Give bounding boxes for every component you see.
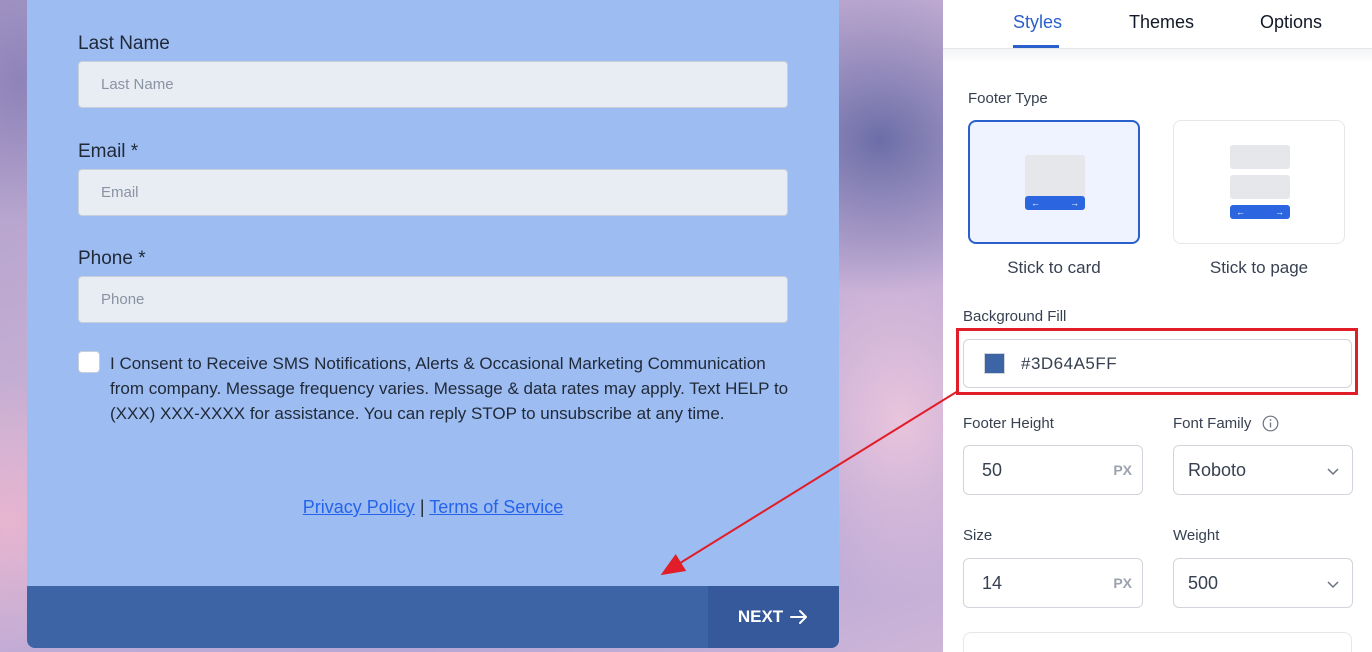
size-unit: PX (1113, 575, 1132, 591)
weight-label: Weight (1173, 527, 1220, 544)
footer-height-label: Footer Height (963, 415, 1054, 432)
chevron-down-icon (1327, 468, 1339, 476)
footer-type-stick-to-page[interactable]: ← → (1173, 120, 1345, 244)
next-button[interactable]: NEXT (708, 586, 839, 648)
last-name-input[interactable] (78, 61, 788, 108)
legal-links: Privacy Policy | Terms of Service (27, 497, 839, 518)
card-preview-block (1025, 155, 1085, 199)
phone-input[interactable] (78, 276, 788, 323)
weight-select[interactable]: 500 (1173, 558, 1353, 608)
footer-type-label: Footer Type (968, 90, 1048, 107)
style-panel: Styles Themes Options Footer Type ← → Sti… (943, 0, 1372, 652)
page-preview-block-top (1230, 145, 1290, 169)
footer-type-stick-to-card[interactable]: ← → (968, 120, 1140, 244)
next-button-label: NEXT (737, 607, 784, 626)
stick-to-card-caption: Stick to card (1007, 258, 1101, 277)
card-preview-footer-icon: ← → (1025, 196, 1085, 210)
consent-checkbox[interactable] (78, 351, 100, 373)
next-section-card (963, 632, 1352, 652)
font-family-select[interactable]: Roboto (1173, 445, 1353, 495)
annotation-highlight-box (956, 328, 1358, 395)
size-input[interactable]: 14 PX (963, 558, 1143, 608)
stick-to-page-caption: Stick to page (1209, 258, 1309, 277)
arrow-right-icon (790, 610, 808, 624)
form-card: Last Name Email * Phone * I Consent to R… (27, 0, 839, 648)
background-fill-label: Background Fill (963, 308, 1067, 325)
consent-text: I Consent to Receive SMS Notifications, … (110, 354, 789, 423)
chevron-down-icon (1327, 581, 1339, 589)
panel-tabs: Styles Themes Options (943, 0, 1372, 49)
info-icon[interactable] (1262, 415, 1279, 432)
tab-options[interactable]: Options (1260, 12, 1322, 33)
weight-value: 500 (1188, 573, 1219, 593)
font-family-label: Font Family (1173, 415, 1252, 432)
footer-height-unit: PX (1113, 462, 1132, 478)
page-preview-block-bottom (1230, 175, 1290, 199)
form-footer: NEXT (27, 586, 839, 648)
size-label: Size (963, 527, 993, 544)
email-label: Email * (78, 141, 139, 162)
last-name-label: Last Name (78, 33, 170, 54)
tab-themes[interactable]: Themes (1129, 12, 1194, 33)
page-preview-footer-icon: ← → (1230, 205, 1290, 219)
font-family-value: Roboto (1188, 460, 1247, 480)
email-input[interactable] (78, 169, 788, 216)
tab-styles[interactable]: Styles (1013, 12, 1062, 33)
footer-height-input[interactable]: 50 PX (963, 445, 1143, 495)
tabs-shadow (943, 49, 1372, 63)
link-separator: | (419, 497, 425, 517)
privacy-policy-link[interactable]: Privacy Policy (303, 497, 415, 517)
terms-of-service-link[interactable]: Terms of Service (429, 497, 563, 517)
size-value: 14 (982, 573, 1003, 593)
phone-label: Phone * (78, 248, 146, 269)
footer-height-value: 50 (982, 460, 1003, 480)
active-tab-indicator (1013, 45, 1059, 48)
